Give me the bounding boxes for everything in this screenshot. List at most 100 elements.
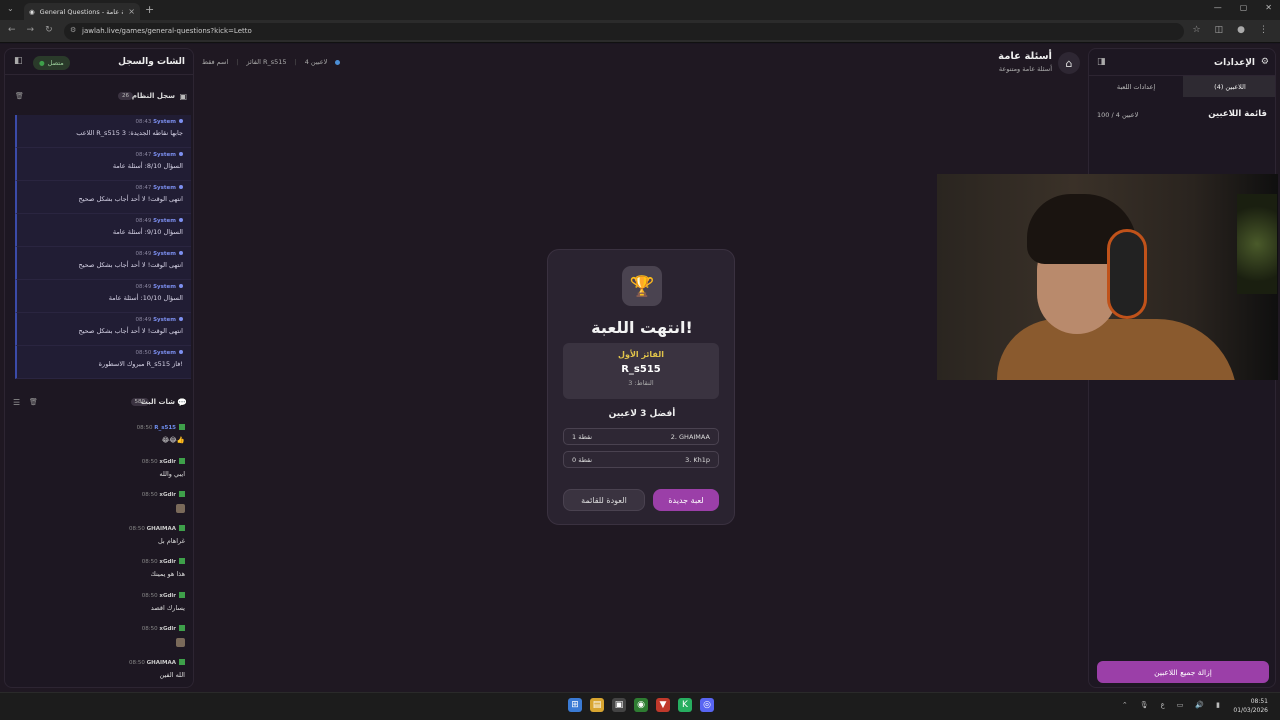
rank-player-name: 3. Kh1p <box>685 456 710 464</box>
log-sender: System <box>153 218 176 224</box>
tab-game-settings[interactable]: إعدادات اللعبة <box>1089 76 1183 97</box>
brave-icon[interactable]: ▼ <box>656 698 670 712</box>
chrome-icon[interactable]: ◉ <box>634 698 648 712</box>
system-dot-icon <box>179 284 183 288</box>
menu-icon[interactable]: ⋮ <box>1259 25 1268 35</box>
winner-label: الفائز الأول <box>618 350 664 359</box>
browser-tab[interactable]: ◉ General Questions - أسئلة عامة × <box>24 3 140 20</box>
chat-menu-icon[interactable]: ☰ <box>13 398 20 407</box>
log-time: 08:49 <box>135 218 152 224</box>
chat-message: 08:50 xGdlr <box>5 489 193 523</box>
maximize-icon[interactable]: ▢ <box>1240 3 1248 12</box>
new-tab-icon[interactable]: + <box>145 3 154 16</box>
chat-log-title: الشات والسجل <box>118 57 185 67</box>
chat-message: 08:50 R_s515 😂😂👍 <box>5 422 193 456</box>
language-icon[interactable]: ع <box>1161 701 1165 709</box>
webcam-overlay <box>937 174 1278 380</box>
settings-title: الإعدادات <box>1214 58 1255 68</box>
system-log-count: 26 <box>118 92 133 100</box>
system-dot-icon <box>179 218 183 222</box>
bookmark-star-icon[interactable]: ☆ <box>1193 25 1201 35</box>
chat-time: 08:50 <box>136 425 153 431</box>
clock[interactable]: 08:51 01/03/2026 <box>1233 697 1268 715</box>
online-dot-icon: ● <box>39 59 45 67</box>
clock-date: 01/03/2026 <box>1233 707 1268 714</box>
hint-text: اسم فقط <box>202 58 229 66</box>
system-log-title: سجل النظام <box>131 92 175 100</box>
tab-players[interactable]: اللاعبين (4) <box>1183 76 1275 97</box>
battery-icon[interactable]: ▮ <box>1216 701 1220 709</box>
system-log-item: 08:50 System مبروك الاسطورة R_s515 فاز! <box>15 346 191 379</box>
kick-badge-icon <box>179 591 185 598</box>
close-tab-icon[interactable]: × <box>128 7 135 16</box>
chat-time: 08:50 <box>141 492 158 498</box>
page-title: أسئلة عامة <box>998 51 1052 62</box>
chat-text: غراهام بل <box>157 536 185 545</box>
log-sender: System <box>153 284 176 290</box>
log-text: انتهى الوقت! لا أحد أجاب بشكل صحيح <box>78 261 184 269</box>
microphone-icon[interactable]: 🎙 <box>1140 701 1149 709</box>
close-window-icon[interactable]: ✕ <box>1265 3 1272 12</box>
back-icon[interactable]: ← <box>8 25 16 35</box>
gear-icon: ⚙ <box>1260 57 1269 67</box>
chat-author: R_s515 <box>154 425 176 431</box>
kick-app-icon[interactable]: K <box>678 698 692 712</box>
log-sender: System <box>153 350 176 356</box>
network-icon[interactable]: ▭ <box>1177 701 1184 709</box>
kick-badge-icon <box>179 658 185 665</box>
chevron-up-icon[interactable]: ⌃ <box>1122 701 1128 709</box>
start-menu-icon[interactable]: ⊞ <box>568 698 582 712</box>
rank-points: 0 نقطة <box>572 456 593 464</box>
file-explorer-icon[interactable]: ▤ <box>590 698 604 712</box>
back-to-menu-button[interactable]: العودة للقائمة <box>563 489 645 511</box>
log-text: مبروك الاسطورة R_s515 فاز! <box>98 360 183 368</box>
new-game-button[interactable]: لعبة جديدة <box>653 489 719 511</box>
url-input[interactable]: jawlah.live/games/general-questions?kick… <box>64 23 1184 40</box>
forward-icon[interactable]: → <box>27 25 35 35</box>
rank-points: 1 نقطة <box>572 433 593 441</box>
browser-tab-bar: ⌄ ◉ General Questions - أسئلة عامة × + —… <box>0 0 1280 20</box>
game-over-card: 🏆 انتهت اللعبة! الفائز الأول R_s515 النق… <box>547 249 735 525</box>
system-dot-icon <box>179 317 183 321</box>
minimize-icon[interactable]: — <box>1214 3 1222 12</box>
clear-log-trash-icon[interactable]: 🗑 <box>15 92 24 100</box>
status-text: متصل <box>47 59 64 67</box>
chat-text: يسارك اقصد <box>150 603 185 612</box>
log-sender: System <box>153 317 176 323</box>
log-text: السؤال 9/10: أسئلة عامة <box>112 228 183 236</box>
kick-badge-icon <box>179 558 185 564</box>
chat-author: GHAIMAA <box>146 659 176 666</box>
clock-time: 08:51 <box>1250 698 1268 705</box>
home-icon: ⌂ <box>1065 56 1073 70</box>
discord-icon[interactable]: ◎ <box>700 698 714 712</box>
chat-author: xGdlr <box>159 458 176 465</box>
chat-text: ايبي والله <box>159 469 185 478</box>
tab-title: General Questions - أسئلة عامة <box>39 7 124 16</box>
winner-text: الفائز R_s515 <box>246 58 287 66</box>
extensions-icon[interactable]: ◫ <box>1215 25 1224 35</box>
page-subtitle: أسئلة عامة ومتنوعة <box>998 65 1052 73</box>
home-button[interactable]: ⌂ <box>1058 52 1080 74</box>
chat-time: 08:50 <box>128 659 145 666</box>
kick-badge-icon <box>179 625 185 631</box>
log-sender: System <box>153 251 176 257</box>
chat-author: GHAIMAA <box>146 525 176 532</box>
panel-toggle-icon[interactable]: ◧ <box>14 56 23 66</box>
remove-all-players-button[interactable]: إزالة جميع اللاعبين <box>1097 661 1269 683</box>
store-icon[interactable]: ▣ <box>612 698 626 712</box>
log-icon: ▣ <box>179 91 187 101</box>
globe-icon: ◉ <box>29 7 35 16</box>
clear-chat-trash-icon[interactable]: 🗑 <box>29 398 38 406</box>
system-log-item: 08:47 System السؤال 8/10: أسئلة عامة <box>15 148 191 181</box>
log-text: السؤال 8/10: أسئلة عامة <box>112 162 183 170</box>
panel-toggle-icon[interactable]: ◨ <box>1097 57 1106 67</box>
site-info-icon[interactable]: ⚙ <box>70 26 76 34</box>
players-count-text: 4 لاعبين <box>304 58 328 66</box>
app-area: ◧ ● متصل الشات والسجل 🗑 26 سجل النظام ▣ … <box>0 44 1280 692</box>
reload-icon[interactable]: ↻ <box>45 25 53 35</box>
chat-author: xGdlr <box>159 626 176 632</box>
tab-list-chevron-icon[interactable]: ⌄ <box>7 4 14 13</box>
volume-icon[interactable]: 🔊 <box>1195 701 1204 709</box>
divider: | <box>294 58 297 66</box>
profile-icon[interactable]: ● <box>1237 25 1245 35</box>
